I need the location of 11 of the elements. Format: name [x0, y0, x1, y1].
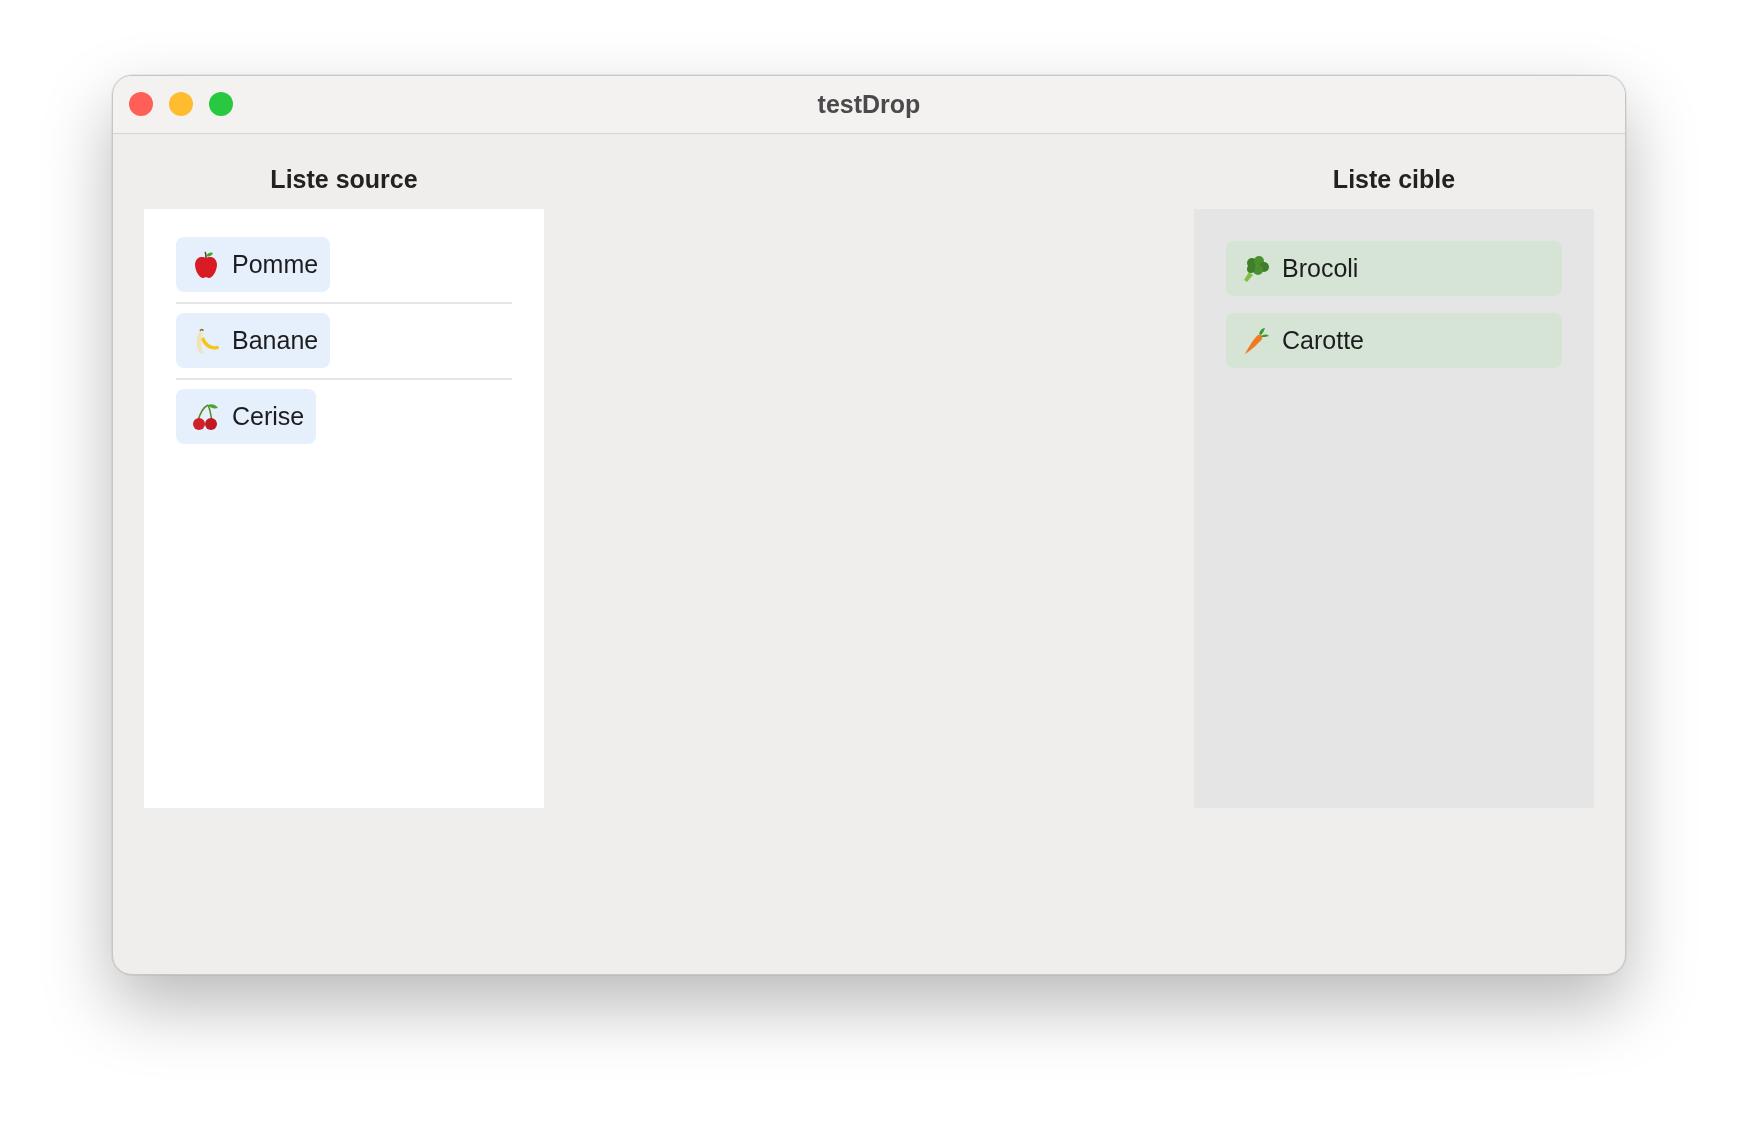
minimize-button[interactable]: [169, 92, 193, 116]
list-item[interactable]: Carotte: [1226, 313, 1562, 368]
list-heading: Liste cible: [1332, 164, 1456, 195]
close-button[interactable]: [129, 92, 153, 116]
list-item[interactable]: Cerise: [176, 389, 317, 444]
list-item[interactable]: Pomme: [176, 237, 331, 292]
zoom-button[interactable]: [209, 92, 233, 116]
list-item[interactable]: Brocoli: [1226, 241, 1562, 296]
list-item[interactable]: Banane: [176, 313, 331, 368]
list-heading: Liste source: [270, 164, 418, 195]
window-title: testDrop: [817, 90, 921, 119]
